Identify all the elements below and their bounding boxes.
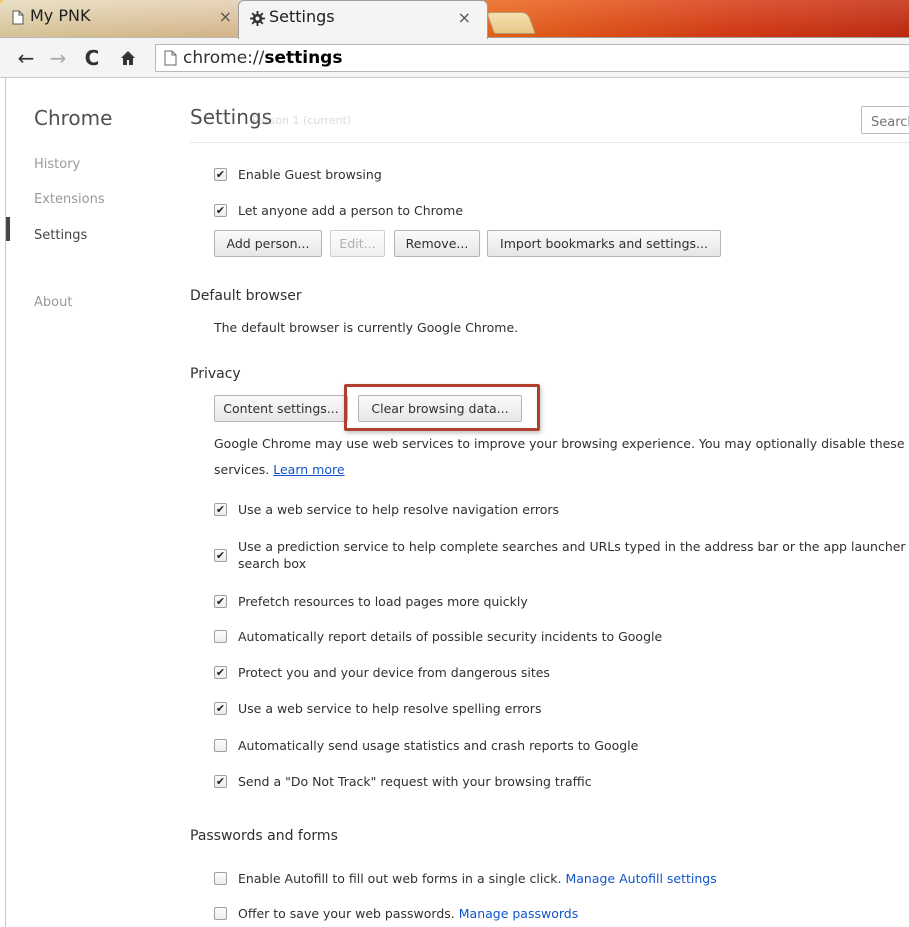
reload-icon[interactable]: C [80, 46, 104, 70]
sidebar-item-about[interactable]: About [34, 295, 72, 310]
import-bookmarks-button[interactable]: Import bookmarks and settings... [487, 230, 721, 257]
checkbox[interactable]: ✔ [214, 595, 227, 608]
checkbox-label: Protect you and your device from dangero… [238, 665, 550, 680]
address-bar[interactable]: chrome://settings [155, 44, 909, 72]
url-host: settings [264, 48, 343, 68]
privacy-description-line2: services. Learn more [214, 462, 345, 477]
checkbox-label: Enable Guest browsing [238, 167, 382, 182]
privacy-option-row[interactable]: Automatically send usage statistics and … [214, 738, 638, 753]
checkbox-label: Automatically send usage statistics and … [238, 738, 639, 753]
privacy-option-row[interactable]: ✔ Use a web service to help resolve navi… [214, 502, 559, 517]
manage-passwords-link[interactable]: Manage passwords [459, 906, 578, 921]
tab-settings[interactable]: Settings × [238, 0, 488, 39]
content-settings-button[interactable]: Content settings... [214, 395, 348, 422]
tab-close-icon[interactable]: × [219, 7, 232, 26]
tab-my-pnk[interactable]: My PNK × [0, 0, 248, 38]
tab-close-icon[interactable]: × [458, 8, 471, 27]
privacy-option-row[interactable]: ✔ Use a prediction service to help compl… [214, 538, 909, 572]
selected-indicator [6, 217, 10, 241]
checkbox[interactable]: ✔ [214, 775, 227, 788]
checkbox-label: Prefetch resources to load pages more qu… [238, 594, 528, 609]
sidebar-item-settings[interactable]: Settings [34, 228, 87, 243]
search-input[interactable] [861, 106, 909, 134]
checkbox[interactable]: ✔ [214, 666, 227, 679]
autofill-row[interactable]: Enable Autofill to fill out web forms in… [214, 871, 717, 886]
privacy-option-row[interactable]: ✔ Use a web service to help resolve spel… [214, 701, 541, 716]
manage-autofill-link[interactable]: Manage Autofill settings [565, 871, 716, 886]
learn-more-link[interactable]: Learn more [273, 462, 344, 477]
checkbox[interactable]: ✔ [214, 204, 227, 217]
privacy-option-row[interactable]: ✔ Protect you and your device from dange… [214, 665, 550, 680]
checkbox-label: Automatically report details of possible… [238, 629, 663, 644]
add-person-button[interactable]: Add person... [214, 230, 322, 257]
privacy-heading: Privacy [190, 366, 241, 382]
settings-main: Person 1 (current) Settings ✔ Enable Gue… [190, 78, 909, 927]
new-tab-button[interactable] [485, 12, 537, 34]
remove-person-button[interactable]: Remove... [394, 230, 480, 257]
checkbox-label: Let anyone add a person to Chrome [238, 203, 464, 218]
back-icon[interactable]: ← [14, 46, 38, 70]
page-icon [164, 50, 177, 66]
url-scheme: chrome:// [183, 48, 265, 68]
checkbox-label: Use a prediction service to help complet… [238, 539, 906, 571]
checkbox-label: Send a "Do Not Track" request with your … [238, 774, 592, 789]
enable-guest-browsing-row[interactable]: ✔ Enable Guest browsing [214, 167, 382, 182]
checkbox[interactable]: ✔ [214, 702, 227, 715]
sidebar-title: Chrome [34, 106, 113, 130]
page-icon [10, 9, 26, 25]
sidebar-item-extensions[interactable]: Extensions [34, 192, 105, 207]
tab-strip: My PNK × Settings × [0, 0, 909, 39]
let-anyone-add-person-row[interactable]: ✔ Let anyone add a person to Chrome [214, 203, 463, 218]
privacy-option-row[interactable]: ✔ Send a "Do Not Track" request with you… [214, 774, 592, 789]
gear-icon [249, 10, 265, 26]
checkbox[interactable]: ✔ [214, 548, 227, 562]
privacy-option-row[interactable]: ✔ Prefetch resources to load pages more … [214, 594, 528, 609]
checkbox[interactable]: ✔ [214, 503, 227, 516]
passwords-forms-heading: Passwords and forms [190, 828, 338, 844]
sidebar: Chrome History Extensions Settings About [6, 78, 176, 927]
save-passwords-row[interactable]: Offer to save your web passwords. Manage… [214, 906, 578, 921]
header-divider [190, 142, 909, 143]
sidebar-item-history[interactable]: History [34, 157, 80, 172]
checkbox[interactable] [214, 872, 227, 885]
checkbox-label: Use a web service to help resolve naviga… [238, 502, 560, 517]
tab-title: Settings [269, 7, 335, 26]
checkbox[interactable]: ✔ [214, 168, 227, 181]
checkbox[interactable] [214, 630, 227, 643]
checkbox-label: Use a web service to help resolve spelli… [238, 701, 542, 716]
page-title: Settings [190, 105, 273, 129]
checkbox-label: Enable Autofill to fill out web forms in… [238, 871, 562, 886]
default-browser-heading: Default browser [190, 288, 302, 304]
default-browser-status: The default browser is currently Google … [214, 320, 519, 335]
forward-icon[interactable]: → [46, 46, 70, 70]
tab-title: My PNK [30, 6, 91, 25]
privacy-description: Google Chrome may use web services to im… [214, 436, 905, 451]
toolbar: ← → C chrome://settings [0, 38, 909, 78]
checkbox[interactable] [214, 907, 227, 920]
privacy-description-services: services. [214, 462, 270, 477]
privacy-option-row[interactable]: Automatically report details of possible… [214, 629, 662, 644]
edit-person-button[interactable]: Edit... [330, 230, 385, 257]
checkbox[interactable] [214, 739, 227, 752]
checkbox-label: Offer to save your web passwords. [238, 906, 455, 921]
home-icon[interactable] [116, 46, 140, 70]
clear-browsing-data-button[interactable]: Clear browsing data... [358, 395, 522, 422]
